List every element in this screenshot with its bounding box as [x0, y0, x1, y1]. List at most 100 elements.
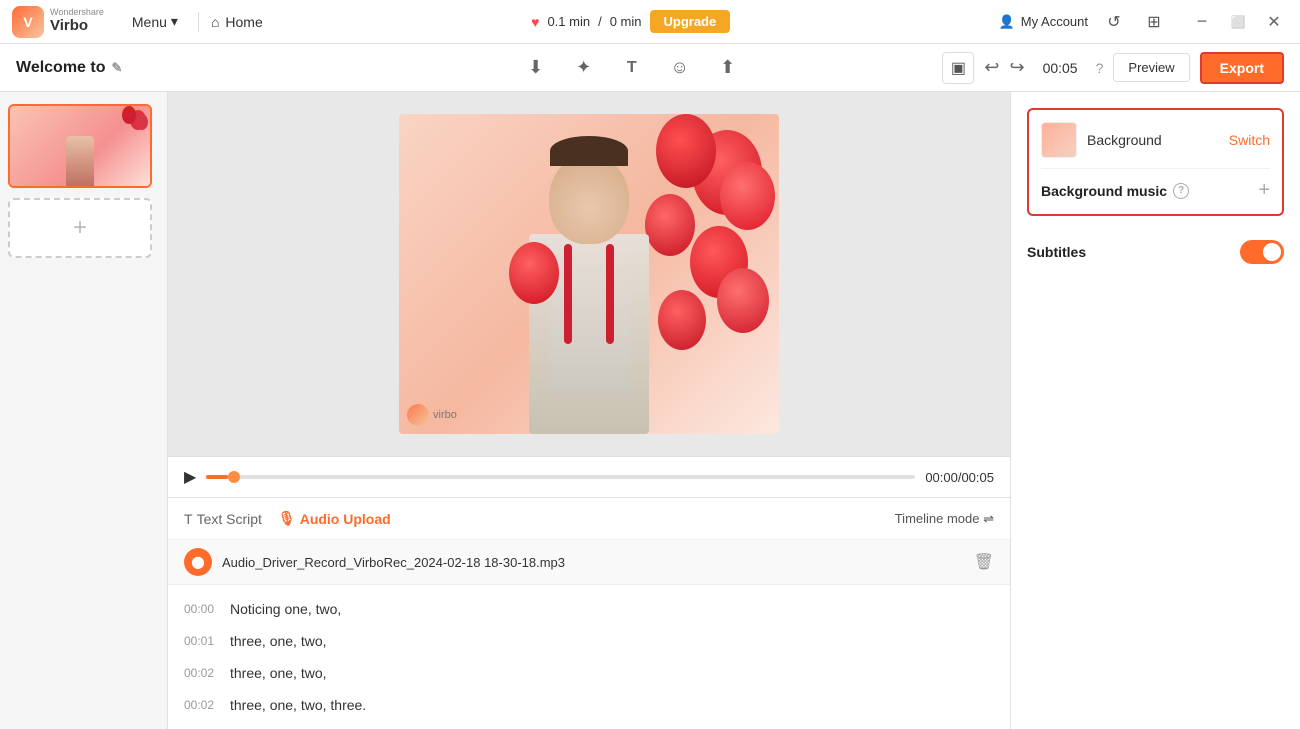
center-column: virbo ▶ 00:00/00:05 T Text — [168, 92, 1010, 729]
heart-icon: ♥ — [531, 14, 539, 30]
audio-file-row: ⬤ Audio_Driver_Record_VirboRec_2024-02-1… — [168, 540, 1010, 585]
timeline-mode-button[interactable]: Timeline mode ⇌ — [895, 511, 994, 527]
titlebar-center: ♥ 0.1 min / 0 min Upgrade — [275, 10, 987, 33]
time-sep: / — [598, 14, 602, 29]
progress-knob[interactable] — [228, 471, 240, 483]
avatar-tool-button[interactable]: ⬇ — [520, 52, 552, 84]
upload-tool-button[interactable]: ⬆ — [712, 52, 744, 84]
tab-audio-upload[interactable]: 🎙 Audio Upload — [278, 506, 391, 531]
undo-button[interactable]: ↩ — [984, 57, 999, 78]
text-tool-button[interactable]: T — [616, 52, 648, 84]
switch-background-button[interactable]: Switch — [1229, 132, 1270, 148]
slides-panel: 1 + — [0, 92, 168, 729]
video-canvas: virbo — [399, 114, 779, 434]
delete-audio-button[interactable]: 🗑 — [974, 552, 994, 572]
titlebar: V Wondershare Virbo Menu ▾ ⌂ Home ♥ 0.1 … — [0, 0, 1300, 44]
avatar-icon: ⬇ — [528, 57, 543, 78]
maximize-button[interactable]: ⬜ — [1224, 8, 1252, 36]
grid-button[interactable]: ⊞ — [1140, 8, 1168, 36]
time-used: 0.1 min — [547, 14, 590, 29]
logo-text: Wondershare Virbo — [50, 8, 104, 34]
edit-title-icon[interactable]: ✎ — [112, 60, 123, 76]
chevron-down-icon: ▾ — [171, 13, 178, 30]
grid-icon: ⊞ — [1147, 12, 1160, 32]
slide-thumbnail — [10, 106, 150, 186]
script-tabs: T Text Script 🎙 Audio Upload Timeline mo… — [168, 498, 1010, 540]
audio-file-icon: ⬤ — [184, 548, 212, 576]
watermark: virbo — [407, 404, 457, 426]
trash-icon: 🗑 — [974, 554, 994, 571]
redo-button[interactable]: ↪ — [1009, 57, 1024, 78]
home-icon: ⌂ — [211, 14, 219, 30]
redo-icon: ↪ — [1009, 57, 1024, 77]
sticker-tool-button[interactable]: ☺ — [664, 52, 696, 84]
toggle-slider — [1240, 240, 1284, 264]
mic-icon: ⬤ — [191, 555, 204, 569]
transcript-text: Noticing one, two, — [230, 601, 341, 617]
transcript-text: three, one, two, — [230, 665, 327, 681]
plus-icon: + — [1258, 179, 1270, 201]
aspect-icon: ▣ — [951, 58, 966, 78]
upgrade-button[interactable]: Upgrade — [650, 10, 731, 33]
account-button[interactable]: 👤 My Account — [999, 14, 1088, 30]
close-button[interactable]: ✕ — [1260, 8, 1288, 36]
person-figure — [499, 144, 679, 434]
brand-virbo: Virbo — [50, 18, 104, 35]
music-row: Background music ? + — [1041, 179, 1270, 202]
transcript-line: 00:00 Noticing one, two, — [168, 593, 1010, 625]
add-music-button[interactable]: + — [1258, 179, 1270, 202]
progress-bar[interactable] — [206, 475, 915, 479]
watermark-icon — [407, 404, 429, 426]
timestamp: 00:02 — [184, 666, 218, 680]
toolbar-right: ▣ ↩ ↪ 00:05 ? Preview Export — [942, 52, 1284, 84]
upload-icon: ⬆ — [720, 57, 735, 78]
help-icon[interactable]: ? — [1096, 60, 1104, 76]
page-title: Welcome to ✎ — [16, 59, 122, 77]
subtitles-section: Subtitles — [1027, 232, 1284, 272]
canvas-viewport: virbo — [168, 92, 1010, 456]
timestamp: 00:02 — [184, 698, 218, 712]
subtitles-toggle[interactable] — [1240, 240, 1284, 264]
menu-button[interactable]: Menu ▾ — [124, 9, 186, 34]
minimize-button[interactable]: − — [1188, 8, 1216, 36]
app-logo-icon: V — [12, 6, 44, 38]
timestamp: 00:01 — [184, 634, 218, 648]
background-row: Background Switch — [1041, 122, 1270, 158]
account-icon: 👤 — [999, 14, 1015, 30]
transcript-text: three, one, two, — [230, 633, 327, 649]
audio-upload-icon: 🎙 — [278, 510, 296, 527]
tab-text-script[interactable]: T Text Script — [184, 507, 262, 531]
window-controls: − ⬜ ✕ — [1188, 8, 1288, 36]
bg-music-help-icon[interactable]: ? — [1173, 183, 1189, 199]
script-tool-button[interactable]: ✦ — [568, 52, 600, 84]
play-button[interactable]: ▶ — [184, 467, 196, 487]
background-preview — [1041, 122, 1077, 158]
undo-icon: ↩ — [984, 57, 999, 77]
playback-area: ▶ 00:00/00:05 — [168, 456, 1010, 497]
sticker-icon: ☺ — [671, 57, 689, 78]
progress-fill — [206, 475, 227, 479]
divider — [198, 12, 199, 32]
text-icon: T — [627, 59, 637, 77]
play-icon: ▶ — [184, 469, 196, 486]
toolbar: Welcome to ✎ ⬇ ✦ T ☺ ⬆ ▣ ↩ ↪ 00:05 ? Pre… — [0, 44, 1300, 92]
bg-music-label: Background music ? — [1041, 183, 1250, 199]
export-button[interactable]: Export — [1200, 52, 1284, 84]
aspect-ratio-button[interactable]: ▣ — [942, 52, 974, 84]
logo-area: V Wondershare Virbo — [12, 6, 104, 38]
audio-filename: Audio_Driver_Record_VirboRec_2024-02-18 … — [222, 555, 964, 570]
slide-item[interactable]: 1 — [8, 104, 152, 188]
main-layout: 1 + — [0, 92, 1300, 729]
history-button[interactable]: ↺ — [1100, 8, 1128, 36]
transcript-line: 00:02 three, one, two, — [168, 657, 1010, 689]
home-button[interactable]: ⌂ Home — [211, 14, 263, 30]
preview-button[interactable]: Preview — [1113, 53, 1189, 82]
timer-display: 00:05 — [1035, 60, 1086, 76]
subtitles-label: Subtitles — [1027, 244, 1240, 260]
toolbar-tools: ⬇ ✦ T ☺ ⬆ — [520, 52, 744, 84]
transcript-lines: 00:00 Noticing one, two, 00:01 three, on… — [168, 585, 1010, 729]
watermark-text: virbo — [433, 409, 457, 421]
transcript-line: 00:02 three, one, two, three. — [168, 689, 1010, 721]
section-divider — [1041, 168, 1270, 169]
add-slide-button[interactable]: + — [8, 198, 152, 258]
